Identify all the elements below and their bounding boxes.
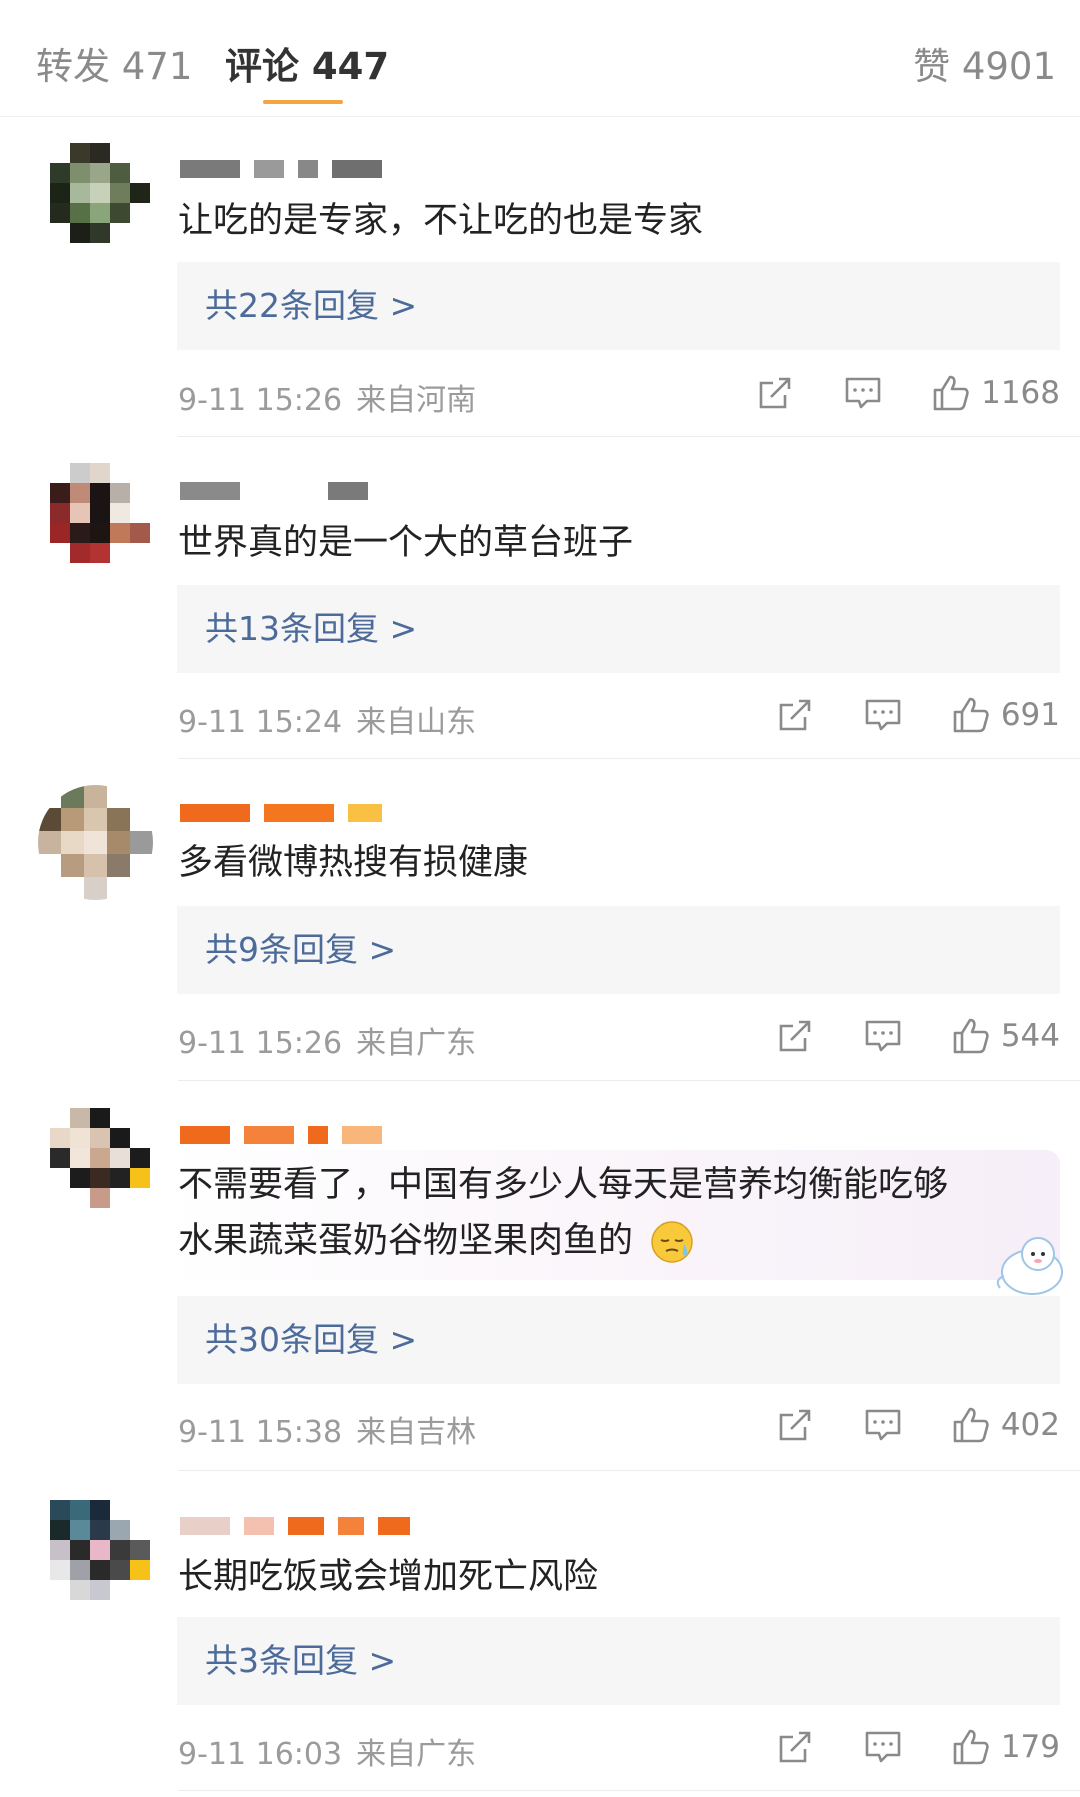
avatar[interactable] xyxy=(38,785,153,900)
thumbs-up-icon xyxy=(951,1727,991,1767)
replies-box[interactable]: 共3条回复 > xyxy=(177,1617,1060,1705)
share-button[interactable] xyxy=(775,695,815,735)
reply-button[interactable] xyxy=(863,695,903,735)
comment-actions: 1168 xyxy=(707,373,1060,413)
share-button[interactable] xyxy=(775,1727,815,1767)
username-mosaic[interactable] xyxy=(180,158,382,180)
comment-actions: 691 xyxy=(727,695,1060,735)
username-mosaic[interactable] xyxy=(180,802,382,824)
comment-text: 不需要看了，中国有多少人每天是营养均衡能吃够 xyxy=(178,1165,949,1205)
comment-text-continued: 水果蔬菜蛋奶谷物坚果肉鱼的 xyxy=(178,1221,634,1261)
comment-text: 长期吃饭或会增加死亡风险 xyxy=(178,1557,599,1597)
divider xyxy=(178,758,1080,759)
like-button[interactable]: 691 xyxy=(951,695,1060,735)
avatar[interactable] xyxy=(50,463,150,563)
share-button[interactable] xyxy=(775,1016,815,1056)
comment-text: 多看微博热搜有损健康 xyxy=(178,843,529,883)
reply-button[interactable] xyxy=(863,1016,903,1056)
like-count: 691 xyxy=(1000,697,1060,733)
replies-box[interactable]: 共13条回复 > xyxy=(177,585,1060,673)
replies-box[interactable]: 共30条回复 > xyxy=(177,1296,1060,1384)
comment-meta: 9-11 15:38 来自吉林 xyxy=(178,1407,476,1451)
username-mosaic[interactable] xyxy=(180,1124,382,1146)
comment-time: 9-11 15:26 xyxy=(178,383,343,418)
comment-icon xyxy=(863,695,903,735)
tab-bar: 转发 471 评论 447 赞 4901 xyxy=(0,0,1080,117)
sweat-face-emoji-icon xyxy=(651,1221,693,1263)
comment-meta: 9-11 16:03 来自广东 xyxy=(178,1729,476,1773)
cartoon-sticker-icon xyxy=(996,1237,1063,1295)
comment-location: 来自河南 xyxy=(356,383,477,418)
comment-text: 世界真的是一个大的草台班子 xyxy=(178,523,634,563)
like-button[interactable]: 1168 xyxy=(931,373,1060,413)
view-replies-link[interactable]: 共3条回复 > xyxy=(205,1617,396,1705)
reply-button[interactable] xyxy=(843,373,883,413)
thumbs-up-icon xyxy=(951,1405,991,1445)
share-icon xyxy=(775,1727,815,1767)
comment-time: 9-11 15:24 xyxy=(178,705,343,740)
comment-actions: 402 xyxy=(727,1405,1060,1445)
thumbs-up-icon xyxy=(951,695,991,735)
share-icon xyxy=(775,1016,815,1056)
comment-meta: 9-11 15:24 来自山东 xyxy=(178,697,476,741)
divider xyxy=(178,436,1080,437)
like-count: 179 xyxy=(1000,1729,1060,1765)
comment-time: 9-11 15:26 xyxy=(178,1026,343,1061)
comment-text: 让吃的是专家，不让吃的也是专家 xyxy=(178,201,704,241)
comment-actions: 544 xyxy=(727,1016,1060,1056)
replies-box[interactable]: 共22条回复 > xyxy=(177,262,1060,350)
view-replies-link[interactable]: 共13条回复 > xyxy=(205,585,417,673)
comment-text-line2: 水果蔬菜蛋奶谷物坚果肉鱼的 xyxy=(178,1213,694,1269)
replies-box[interactable]: 共9条回复 > xyxy=(177,906,1060,994)
comment-icon xyxy=(863,1727,903,1767)
comment-location: 来自吉林 xyxy=(356,1415,477,1450)
comment-icon xyxy=(863,1016,903,1056)
like-count: 544 xyxy=(1000,1018,1060,1054)
divider xyxy=(178,1790,1080,1791)
comment-icon xyxy=(843,373,883,413)
share-button[interactable] xyxy=(755,373,795,413)
thumbs-up-icon xyxy=(951,1016,991,1056)
username-mosaic[interactable] xyxy=(180,480,368,502)
active-tab-indicator xyxy=(263,100,343,104)
share-icon xyxy=(775,1405,815,1445)
thumbs-up-icon xyxy=(931,373,971,413)
share-button[interactable] xyxy=(775,1405,815,1445)
tab-like[interactable]: 赞 4901 xyxy=(913,36,1056,90)
like-button[interactable]: 179 xyxy=(951,1727,1060,1767)
comment-time: 9-11 15:38 xyxy=(178,1415,343,1450)
avatar[interactable] xyxy=(50,143,150,243)
like-button[interactable]: 402 xyxy=(951,1405,1060,1445)
username-mosaic[interactable] xyxy=(180,1515,410,1537)
avatar[interactable] xyxy=(50,1108,150,1208)
comment-location: 来自山东 xyxy=(356,705,477,740)
divider xyxy=(178,1470,1080,1471)
comment-location: 来自广东 xyxy=(356,1737,477,1772)
comment-icon xyxy=(863,1405,903,1445)
like-button[interactable]: 544 xyxy=(951,1016,1060,1056)
view-replies-link[interactable]: 共9条回复 > xyxy=(205,906,396,994)
tab-repost[interactable]: 转发 471 xyxy=(36,36,192,90)
comment-time: 9-11 16:03 xyxy=(178,1737,343,1772)
view-replies-link[interactable]: 共30条回复 > xyxy=(205,1296,417,1384)
share-icon xyxy=(755,373,795,413)
avatar[interactable] xyxy=(50,1500,150,1600)
tab-comment[interactable]: 评论 447 xyxy=(225,36,389,90)
share-icon xyxy=(775,695,815,735)
comment-meta: 9-11 15:26 来自广东 xyxy=(178,1018,476,1062)
like-count: 1168 xyxy=(981,375,1060,411)
comment-actions: 179 xyxy=(727,1727,1060,1767)
reply-button[interactable] xyxy=(863,1405,903,1445)
like-count: 402 xyxy=(1000,1407,1060,1443)
reply-button[interactable] xyxy=(863,1727,903,1767)
comment-location: 来自广东 xyxy=(356,1026,477,1061)
divider xyxy=(178,1080,1080,1081)
comment-meta: 9-11 15:26 来自河南 xyxy=(178,375,476,419)
view-replies-link[interactable]: 共22条回复 > xyxy=(205,262,417,350)
